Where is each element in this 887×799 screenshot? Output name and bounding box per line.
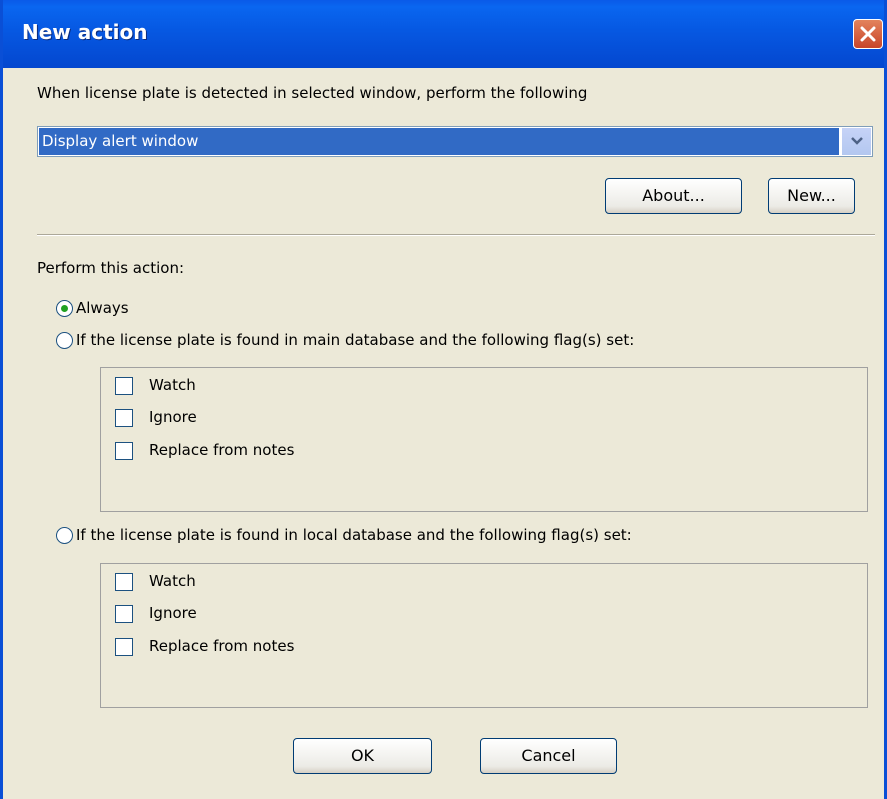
window-title: New action bbox=[22, 20, 148, 44]
dialog-window: New action When license plate is detecte… bbox=[0, 0, 887, 799]
checkbox-main-ignore[interactable] bbox=[115, 409, 133, 427]
ok-button[interactable]: OK bbox=[293, 738, 432, 774]
checkbox-local-watch[interactable] bbox=[115, 573, 133, 591]
checkbox-main-watch[interactable] bbox=[115, 377, 133, 395]
separator bbox=[37, 234, 875, 236]
main-flags-group: Watch Ignore Replace from notes bbox=[100, 367, 868, 512]
about-button[interactable]: About... bbox=[605, 178, 742, 214]
cancel-button[interactable]: Cancel bbox=[480, 738, 617, 774]
radio-main-database-label[interactable]: If the license plate is found in main da… bbox=[76, 331, 634, 349]
checkbox-local-ignore[interactable] bbox=[115, 605, 133, 623]
dropdown-arrow-button[interactable] bbox=[841, 128, 871, 155]
radio-selected-dot bbox=[61, 305, 68, 312]
close-button[interactable] bbox=[853, 19, 883, 49]
action-dropdown-value: Display alert window bbox=[39, 128, 839, 155]
new-button[interactable]: New... bbox=[768, 178, 855, 214]
checkbox-local-replace[interactable] bbox=[115, 638, 133, 656]
checkbox-local-replace-label[interactable]: Replace from notes bbox=[149, 637, 294, 655]
checkbox-main-watch-label[interactable]: Watch bbox=[149, 376, 196, 394]
close-icon bbox=[860, 26, 876, 42]
perform-label: Perform this action: bbox=[37, 259, 185, 277]
radio-main-database[interactable] bbox=[56, 332, 73, 349]
checkbox-local-watch-label[interactable]: Watch bbox=[149, 572, 196, 590]
local-flags-group: Watch Ignore Replace from notes bbox=[100, 563, 868, 708]
radio-local-database-label[interactable]: If the license plate is found in local d… bbox=[76, 526, 632, 544]
checkbox-main-ignore-label[interactable]: Ignore bbox=[149, 408, 197, 426]
radio-always[interactable] bbox=[56, 300, 73, 317]
radio-local-database[interactable] bbox=[56, 527, 73, 544]
intro-text: When license plate is detected in select… bbox=[37, 84, 588, 102]
checkbox-local-ignore-label[interactable]: Ignore bbox=[149, 604, 197, 622]
checkbox-main-replace-label[interactable]: Replace from notes bbox=[149, 441, 294, 459]
action-dropdown[interactable]: Display alert window bbox=[37, 126, 873, 157]
radio-always-label[interactable]: Always bbox=[76, 299, 129, 317]
chevron-down-icon bbox=[851, 137, 863, 145]
checkbox-main-replace[interactable] bbox=[115, 442, 133, 460]
title-bar[interactable]: New action bbox=[3, 0, 887, 68]
